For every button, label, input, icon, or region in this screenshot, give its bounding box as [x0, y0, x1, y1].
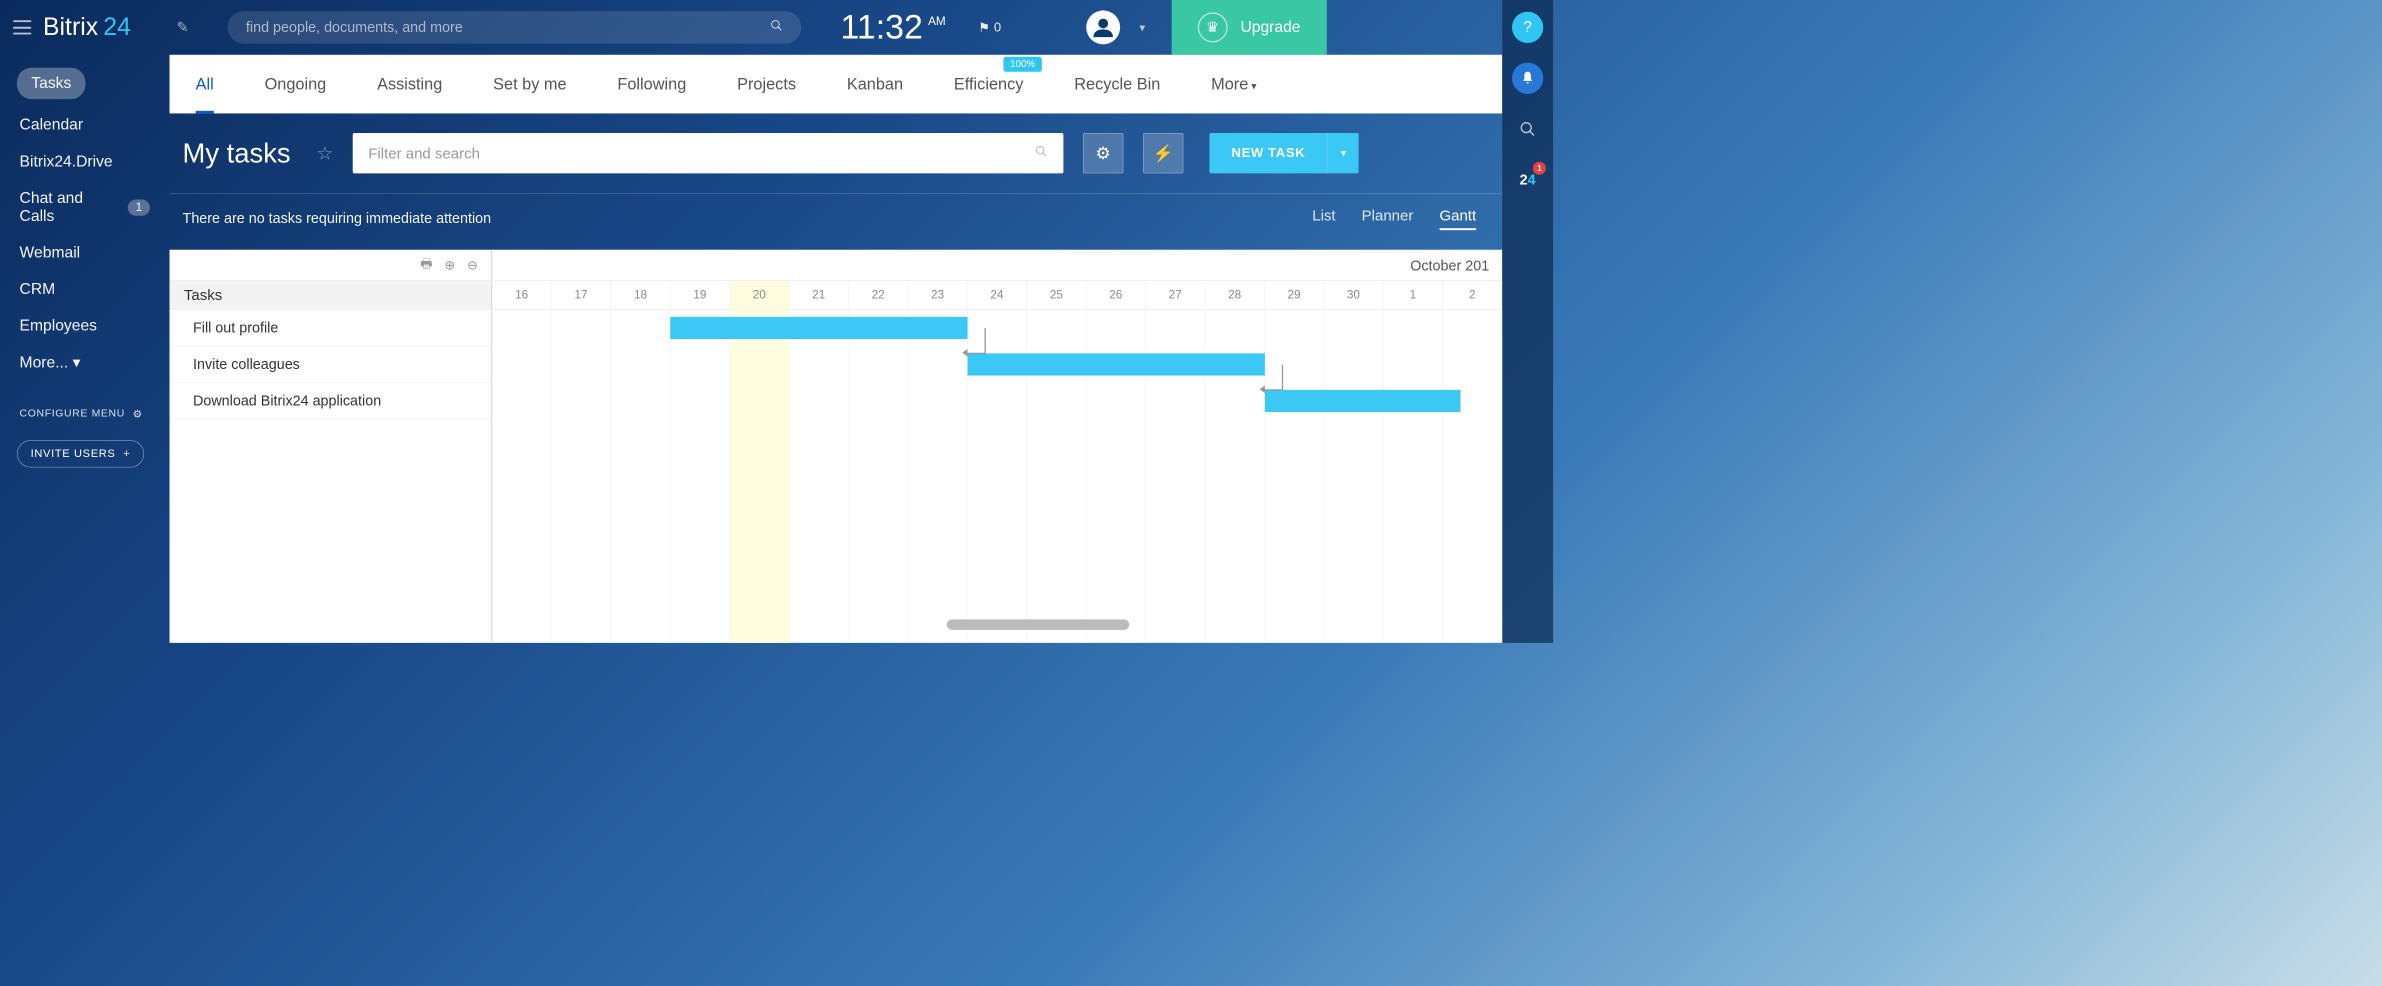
date-cell: 22: [849, 281, 908, 309]
task-row[interactable]: Download Bitrix24 application: [170, 383, 491, 420]
tab-set-by-me[interactable]: Set by me: [493, 75, 566, 94]
date-cell: 2: [1443, 281, 1502, 309]
zoom-out-icon[interactable]: ⊖: [467, 257, 478, 273]
date-cell: 30: [1324, 281, 1383, 309]
gear-icon: ⚙: [133, 408, 143, 421]
sidebar-item-webmail[interactable]: Webmail: [0, 235, 170, 272]
date-cell: 27: [1146, 281, 1205, 309]
date-cell: 18: [611, 281, 670, 309]
status-text: There are no tasks requiring immediate a…: [183, 210, 1313, 227]
page-title: My tasks: [183, 138, 291, 169]
new-task-dropdown[interactable]: ▾: [1327, 133, 1358, 173]
tab-recycle-bin[interactable]: Recycle Bin: [1074, 75, 1160, 94]
global-search-input[interactable]: [246, 19, 770, 36]
sidebar-item-bitrix24-drive[interactable]: Bitrix24.Drive: [0, 143, 170, 180]
notifications-button[interactable]: [1512, 63, 1543, 94]
configure-menu-link[interactable]: CONFIGURE MENU ⚙: [0, 381, 170, 433]
gantt-bar[interactable]: [1265, 390, 1461, 412]
date-cell: 16: [492, 281, 551, 309]
tab-all[interactable]: All: [196, 75, 214, 94]
rail-search-button[interactable]: [1512, 113, 1543, 144]
date-cell: 29: [1265, 281, 1324, 309]
date-cell: 19: [671, 281, 730, 309]
sidebar-item-more-[interactable]: More... ▾: [0, 344, 170, 381]
tasks-column-header: Tasks: [170, 281, 493, 309]
bitrix24-icon[interactable]: 24 1: [1512, 164, 1543, 195]
global-search[interactable]: [228, 11, 802, 44]
search-icon[interactable]: [1035, 145, 1048, 162]
filter-search[interactable]: [353, 133, 1064, 173]
gear-icon: ⚙: [1095, 143, 1110, 163]
tab-more[interactable]: More: [1211, 75, 1256, 94]
connector: [966, 328, 986, 354]
sidebar-item-tasks[interactable]: Tasks: [17, 68, 86, 99]
hamburger-menu-icon[interactable]: [13, 20, 31, 34]
settings-button[interactable]: ⚙: [1083, 133, 1123, 173]
clock: 11:32 AM: [841, 8, 946, 47]
gantt-chart: 🖶 ⊕ ⊖ October 201 Tasks 1617181920212223…: [170, 250, 1503, 643]
search-icon[interactable]: [770, 19, 783, 36]
date-cell: 26: [1086, 281, 1145, 309]
tab-kanban[interactable]: Kanban: [847, 75, 903, 94]
tab-projects[interactable]: Projects: [737, 75, 796, 94]
efficiency-badge: 100%: [1004, 56, 1042, 71]
date-cell: 17: [552, 281, 611, 309]
plus-icon: +: [123, 447, 130, 460]
sidebar-item-chat-and-calls[interactable]: Chat and Calls1: [0, 180, 170, 235]
edit-icon[interactable]: ✎: [177, 19, 189, 36]
date-cell: 1: [1383, 281, 1442, 309]
date-cell: 20: [730, 281, 789, 309]
date-cell: 24: [968, 281, 1027, 309]
tab-ongoing[interactable]: Ongoing: [265, 75, 327, 94]
date-cell: 21: [789, 281, 848, 309]
view-tab-planner[interactable]: Planner: [1362, 207, 1414, 230]
sidebar: Tasks CalendarBitrix24.DriveChat and Call…: [0, 55, 170, 643]
notifications-flag[interactable]: ⚑ 0: [978, 19, 1001, 35]
right-rail: ? 24 1: [1502, 0, 1553, 643]
tab-following[interactable]: Following: [617, 75, 686, 94]
task-row[interactable]: Fill out profile: [170, 310, 491, 347]
help-button[interactable]: ?: [1512, 12, 1543, 43]
print-icon[interactable]: 🖶: [420, 254, 432, 276]
filter-input[interactable]: [368, 144, 1034, 162]
month-label: October 201: [1410, 258, 1489, 275]
tab-efficiency[interactable]: Efficiency100%: [954, 75, 1023, 94]
upgrade-button[interactable]: ♛ Upgrade: [1171, 0, 1326, 55]
zoom-in-icon[interactable]: ⊕: [444, 257, 455, 273]
gantt-bar[interactable]: [670, 317, 967, 339]
sidebar-item-employees[interactable]: Employees: [0, 308, 170, 345]
invite-users-button[interactable]: INVITE USERS +: [17, 440, 144, 467]
logo: Bitrix 24: [43, 13, 131, 41]
task-row[interactable]: Invite colleagues: [170, 346, 491, 383]
date-cell: 28: [1205, 281, 1264, 309]
scrollbar[interactable]: [947, 619, 1130, 629]
view-tab-gantt[interactable]: Gantt: [1439, 207, 1476, 230]
date-cell: 25: [1027, 281, 1086, 309]
tabs-bar: All Ongoing Assisting Set by me Following Pro…: [170, 55, 1503, 114]
flag-icon: ⚑: [978, 19, 990, 35]
tab-assisting[interactable]: Assisting: [377, 75, 442, 94]
badge-count: 1: [1533, 162, 1546, 175]
lightning-icon: ⚡: [1152, 143, 1173, 163]
view-tab-list[interactable]: List: [1312, 207, 1335, 230]
chevron-down-icon[interactable]: ▾: [1139, 21, 1145, 35]
new-task-button[interactable]: NEW TASK: [1209, 133, 1327, 173]
badge: 1: [128, 199, 150, 215]
connector: [1263, 364, 1283, 390]
avatar[interactable]: [1086, 10, 1120, 44]
gantt-bar[interactable]: [968, 353, 1265, 375]
sidebar-item-calendar[interactable]: Calendar: [0, 107, 170, 144]
sidebar-item-crm[interactable]: CRM: [0, 271, 170, 308]
crown-icon: ♛: [1197, 12, 1227, 42]
automation-button[interactable]: ⚡: [1143, 133, 1183, 173]
date-cell: 23: [908, 281, 967, 309]
star-icon[interactable]: ☆: [317, 142, 333, 164]
